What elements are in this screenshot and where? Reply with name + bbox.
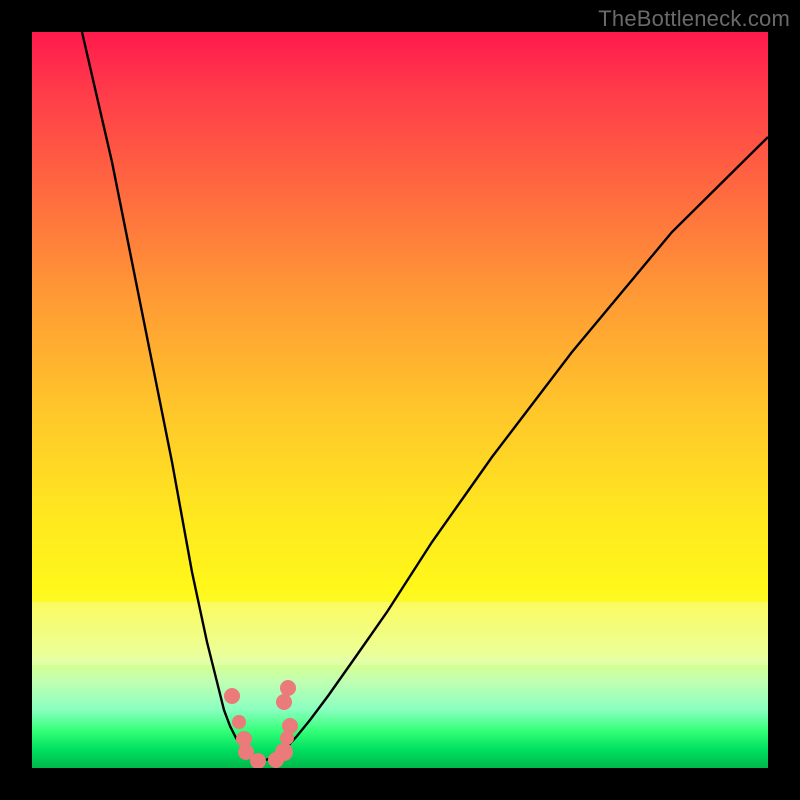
- data-marker: [282, 718, 298, 734]
- data-markers: [224, 680, 298, 768]
- watermark-text: TheBottleneck.com: [598, 6, 790, 32]
- curve-layer: [32, 32, 768, 768]
- data-marker: [276, 694, 292, 710]
- data-marker: [275, 743, 293, 761]
- data-marker: [224, 688, 240, 704]
- data-marker: [280, 680, 296, 696]
- plot-area: [32, 32, 768, 768]
- data-marker: [232, 715, 246, 729]
- chart-frame: TheBottleneck.com: [0, 0, 800, 800]
- curve-left-branch: [82, 32, 250, 752]
- curve-right-branch: [280, 137, 768, 752]
